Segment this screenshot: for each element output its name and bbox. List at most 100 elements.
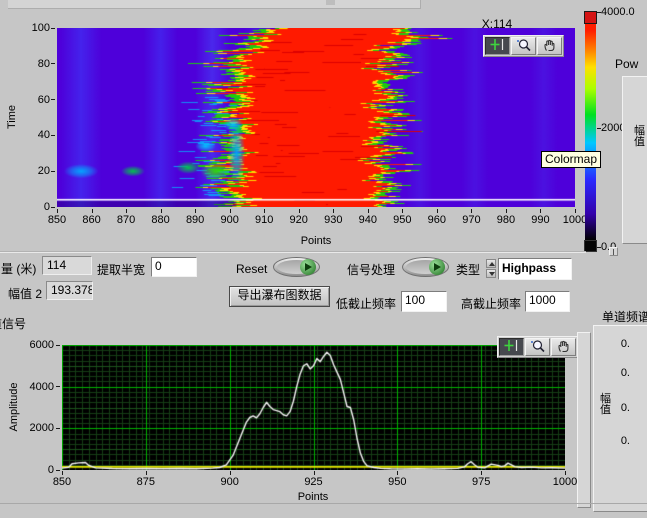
x-tick-label: 950 [387,214,417,226]
waterfall-graph-palette [483,35,564,57]
waterfall-x-axis-label: Points [291,235,341,247]
x-tick-label: 850 [47,476,77,488]
right-bottom-panel [593,325,647,512]
magnifier-icon [515,38,532,55]
signal-processing-toggle-knob [429,259,445,275]
y-tick-mark [51,135,55,136]
x-tick-label: 900 [215,476,245,488]
reset-toggle[interactable] [273,257,320,277]
right-bottom-tick: 0. [612,367,630,379]
x-tick-mark [397,471,398,475]
colormap-tooltip: Colormap [541,151,601,168]
signal-processing-label: 信号处理 [347,261,395,278]
colorbar-max-label: 4000.0 [601,6,635,18]
x-tick-label: 930 [318,214,348,226]
x-tick-mark [230,209,231,213]
y-tick-mark [56,345,60,346]
y-tick-label: 4000 [20,381,54,393]
high-cutoff-label: 高截止频率 [461,295,521,312]
half-width-label: 提取半宽 [97,261,145,278]
y-tick-mark [51,28,55,29]
x-tick-mark [333,209,334,213]
x-tick-mark [264,209,265,213]
zoom-tool-button[interactable] [511,37,536,55]
filter-type-combobox[interactable]: Highpass [498,258,572,280]
labview-front-panel: X:114 Time 85086087088089090091092093094… [0,0,647,518]
up-arrow-icon [489,262,495,266]
x-tick-mark [57,209,58,213]
x-tick-label: 980 [491,214,521,226]
decrement-button[interactable] [486,269,496,278]
x-tick-mark [402,209,403,213]
signal-graph-title: 道信号 [0,315,26,332]
hand-icon [556,339,572,356]
x-tick-label: 850 [42,214,72,226]
signal-processing-toggle[interactable] [402,257,449,277]
distance-label: 量 (米) [1,260,36,277]
colorbar-top-marker[interactable] [584,11,597,24]
signal-graph-palette [497,336,578,358]
panel-divider [0,251,586,253]
right-top-panel-y-label: 幅值 [633,126,646,148]
type-spinner [486,259,496,279]
colorbar-gradient[interactable] [585,24,596,240]
y-tick-label: 0 [20,464,54,476]
x-tick-mark [299,209,300,213]
cursor-tool-button[interactable] [499,338,524,356]
top-panel-edge [8,0,421,9]
amplitude2-indicator: 193.378 [46,281,93,300]
y-tick-label: 20 [16,165,50,177]
right-bottom-panel-title: 单道频谱 [602,308,647,325]
x-tick-label: 960 [422,214,452,226]
increment-button[interactable] [486,259,496,268]
y-tick-label: 2000 [20,422,54,434]
x-tick-mark [575,209,576,213]
magnifier-icon [529,339,546,356]
x-tick-mark [506,209,507,213]
cursor-tool-button[interactable] [485,37,510,55]
x-tick-mark [471,209,472,213]
right-top-panel [622,76,647,244]
y-tick-label: 6000 [20,339,54,351]
right-edge-strip [577,332,591,508]
amplitude2-label: 幅值 2 [8,285,42,302]
down-arrow-icon [489,272,495,276]
cursor-tool-icon [503,339,520,355]
x-tick-label: 910 [249,214,279,226]
high-cutoff-input[interactable]: 1000 [525,291,570,312]
cursor-tool-icon [489,38,506,54]
x-tick-mark [540,209,541,213]
colorbar-slider-icon[interactable] [609,247,618,256]
signal-plot[interactable] [62,345,565,470]
distance-indicator: 114 [42,256,92,275]
y-tick-mark [51,99,55,100]
y-tick-mark [51,207,55,208]
x-tick-mark [126,209,127,213]
export-waterfall-button[interactable]: 导出瀑布图数据 [229,286,330,307]
x-tick-mark [146,471,147,475]
reset-toggle-knob [300,259,316,275]
pan-tool-button[interactable] [551,338,576,356]
y-tick-mark [51,171,55,172]
y-tick-mark [56,386,60,387]
right-top-panel-title: Pow [615,57,638,71]
low-cutoff-input[interactable]: 100 [401,291,447,312]
type-label: 类型 [456,261,480,278]
x-tick-mark [62,471,63,475]
x-tick-label: 925 [299,476,329,488]
play-arrow-icon [305,263,312,271]
x-tick-mark [368,209,369,213]
pan-tool-button[interactable] [537,37,562,55]
y-tick-label: 60 [16,94,50,106]
half-width-input[interactable]: 0 [151,257,197,277]
x-tick-label: 1000 [550,476,580,488]
reset-label: Reset [236,262,267,276]
x-tick-label: 990 [525,214,555,226]
y-tick-label: 40 [16,129,50,141]
signal-y-axis-label: Amplitude [8,372,20,442]
bottom-divider [0,503,647,504]
zoom-tool-button[interactable] [525,338,550,356]
right-bottom-tick: 0. [612,402,630,414]
y-tick-label: 0 [16,201,50,213]
x-tick-label: 900 [215,214,245,226]
